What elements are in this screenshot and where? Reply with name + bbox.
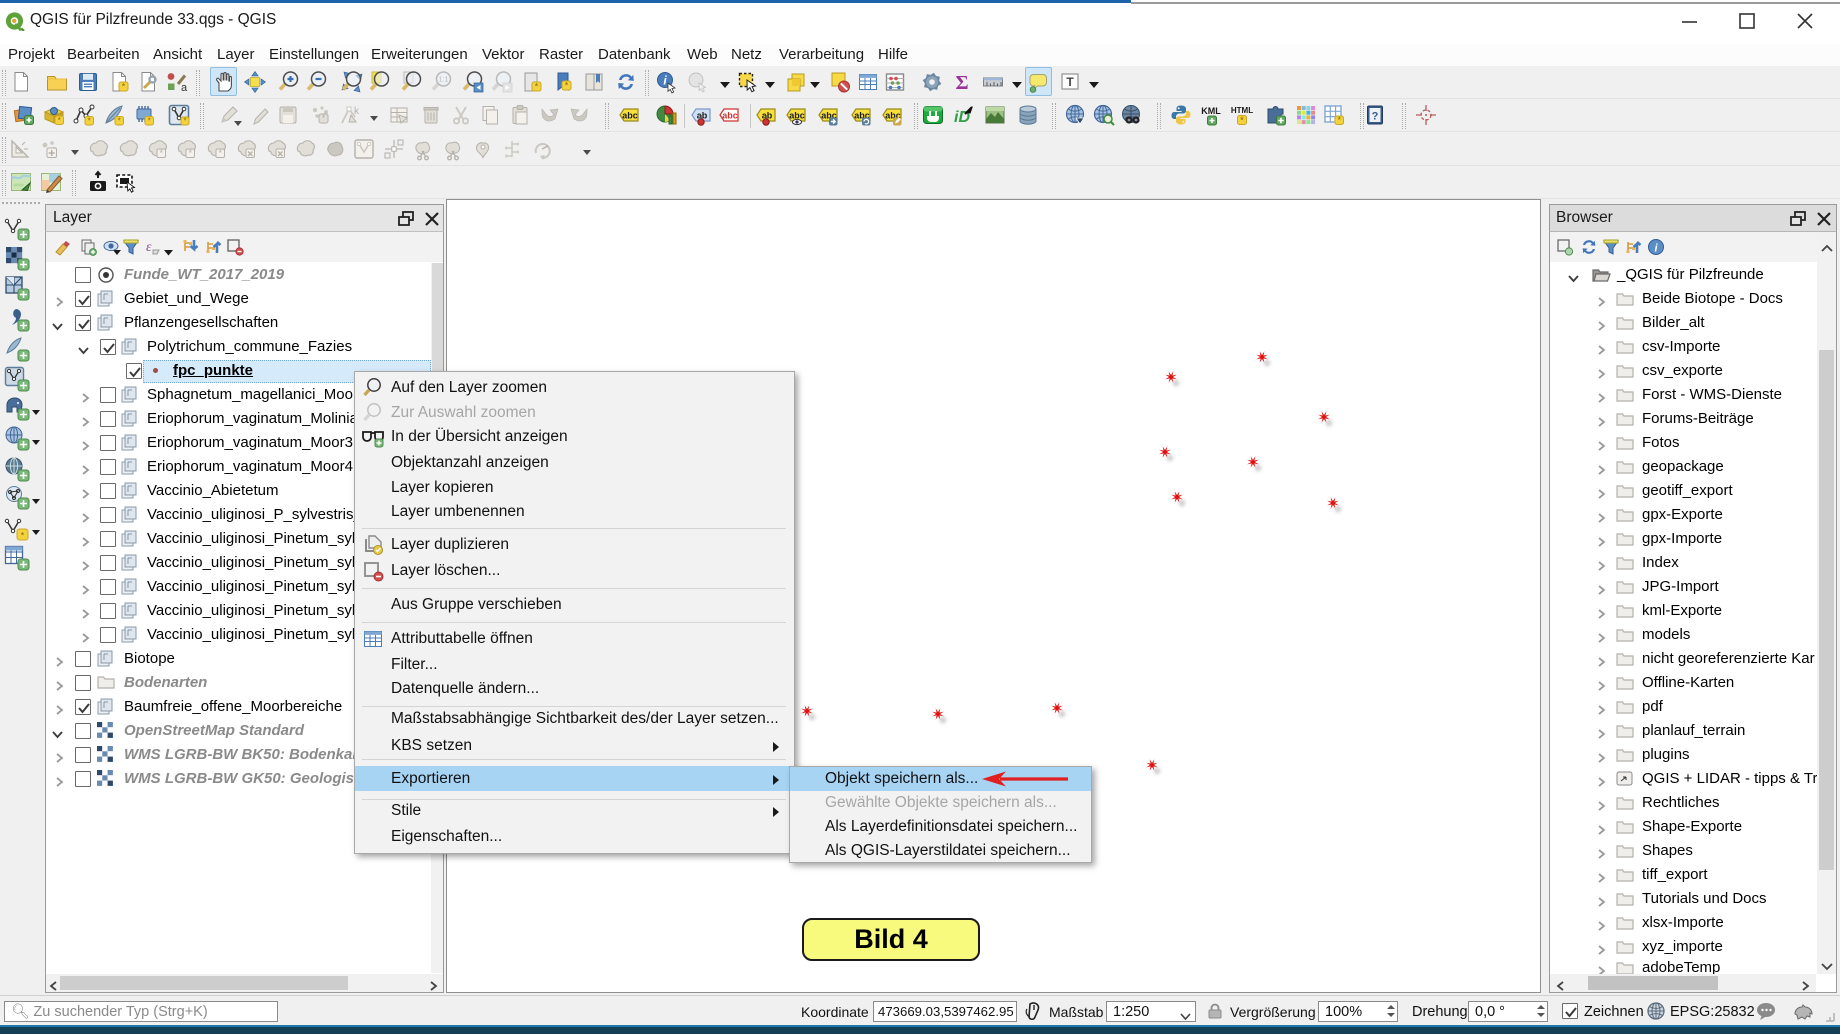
svg-text:1:1: 1:1 [439,77,449,84]
svg-text:Σ: Σ [955,72,968,94]
svg-text:*: * [148,117,151,126]
svg-text:*: * [58,116,61,125]
svg-text:*: * [88,117,91,126]
svg-text:*: * [535,81,539,91]
svg-text:*: * [21,531,25,541]
svg-text:HTML: HTML [1231,106,1253,115]
svg-text:*: * [565,80,569,90]
svg-text:abc: abc [622,111,638,121]
svg-text:abc: abc [722,111,738,121]
svg-text:*: * [218,148,222,158]
svg-text:*: * [183,117,186,126]
svg-text:*: * [188,148,192,158]
svg-text:*: * [122,81,126,91]
svg-text:ε: ε [146,240,152,255]
svg-text:T: T [1066,75,1074,89]
svg-text:a: a [181,82,188,94]
svg-text:k: k [354,106,360,117]
svg-text:*: * [159,148,163,158]
svg-text:*: * [322,113,326,123]
svg-text:*: * [1337,115,1341,125]
svg-text:*: * [118,117,121,126]
svg-text:KML: KML [1201,106,1221,116]
svg-text:?: ? [1372,111,1379,123]
svg-text:*: * [1240,115,1244,126]
